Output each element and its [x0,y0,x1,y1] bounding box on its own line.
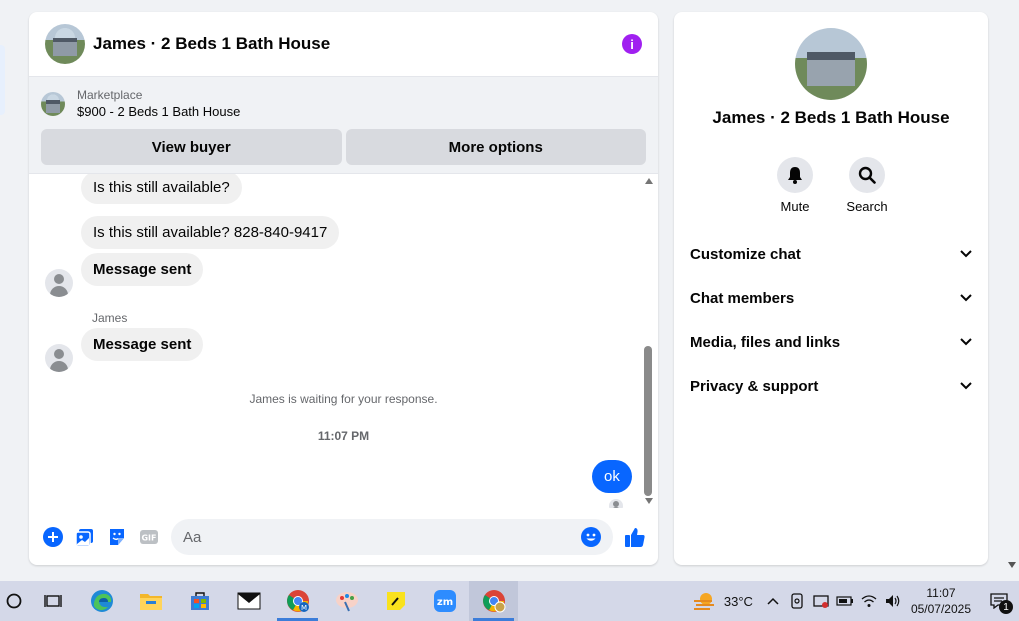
info-sections: Customize chat Chat members Media, files… [674,232,988,408]
system-notice: James is waiting for your response. [249,392,438,406]
conversation-avatar[interactable] [795,28,867,100]
message-scrollbar[interactable] [643,174,655,508]
conversation-info-panel: James · 2 Beds 1 Bath House Mute Search … [674,12,988,565]
chat-header: James · 2 Beds 1 Bath House i [29,12,658,77]
chat-panel: James · 2 Beds 1 Bath House i Marketplac… [29,12,658,565]
chrome-icon[interactable]: M [273,581,322,621]
listing-title[interactable]: $900 - 2 Beds 1 Bath House [77,103,240,121]
taskbar: M zm 33°C 11:07 05/07/2025 1 [0,581,1019,621]
edge-icon[interactable] [77,581,126,621]
search-icon [858,166,876,184]
marketplace-label: Marketplace [77,88,143,102]
message-list: Is this still available? Is this still a… [29,174,658,508]
zoom-icon[interactable]: zm [420,581,469,621]
more-options-button[interactable]: More options [345,129,646,165]
chevron-down-icon [960,250,972,258]
bell-icon [788,167,802,184]
sticky-notes-icon[interactable] [371,581,420,621]
chevron-up-icon[interactable] [761,581,785,621]
section-media-files-links[interactable]: Media, files and links [674,320,988,364]
clock-time: 11:07 [926,586,956,600]
scroll-up-icon[interactable] [645,178,653,184]
message-input[interactable] [183,528,581,546]
my-message-bubble[interactable]: ok [592,460,632,493]
weather-icon[interactable] [690,581,720,621]
file-explorer-icon[interactable] [126,581,175,621]
view-buyer-button[interactable]: View buyer [41,129,342,165]
svg-text:zm: zm [436,597,452,608]
meet-icon[interactable] [809,581,833,621]
search-label: Search [846,199,888,214]
thumbs-up-icon[interactable] [619,521,651,553]
sender-name: James [92,311,128,325]
listing-thumbnail[interactable] [41,92,65,116]
chat-title[interactable]: James · 2 Beds 1 Bath House [93,34,330,54]
message-bubble[interactable]: Is this still available? 828-840-9417 [81,216,340,249]
conversation-name: James · 2 Beds 1 Bath House [712,108,950,127]
volume-icon[interactable] [881,581,905,621]
system-tray: 33°C 11:07 05/07/2025 1 [690,581,1019,621]
conversation-actions: Mute Search [674,157,988,214]
paint-icon[interactable] [322,581,371,621]
section-privacy-support[interactable]: Privacy & support [674,364,988,408]
section-label: Privacy & support [690,377,819,395]
store-icon[interactable] [175,581,224,621]
chat-avatar[interactable] [45,24,85,64]
search-button[interactable]: Search [846,157,888,214]
clock-date: 05/07/2025 [910,602,971,616]
section-customize-chat[interactable]: Customize chat [674,232,988,276]
svg-text:GIF: GIF [141,534,156,543]
notification-center-icon[interactable]: 1 [979,581,1019,621]
scroll-thumb[interactable] [644,346,652,496]
svg-text:M: M [300,604,306,612]
message-composer: GIF [29,517,658,557]
chrome-profile-icon[interactable] [469,581,518,621]
section-chat-members[interactable]: Chat members [674,276,988,320]
chevron-down-icon [960,382,972,390]
wifi-icon[interactable] [857,581,881,621]
start-icon[interactable] [0,581,28,621]
marketplace-banner: Marketplace $900 - 2 Beds 1 Bath House V… [29,77,658,174]
window-scroll-down-icon[interactable] [1008,562,1016,568]
chevron-down-icon [960,294,972,302]
plus-icon[interactable] [37,521,69,553]
system-clock[interactable]: 11:07 05/07/2025 [911,585,971,617]
message-input-box[interactable] [171,519,613,555]
scroll-down-icon[interactable] [645,498,653,504]
section-label: Customize chat [690,245,801,263]
emoji-icon[interactable] [581,527,601,547]
sender-avatar[interactable] [45,344,73,372]
task-view-icon[interactable] [28,581,77,621]
chevron-down-icon [960,338,972,346]
section-label: Chat members [690,289,795,307]
section-label: Media, files and links [690,333,841,351]
message-bubble[interactable]: Is this still available? [81,174,242,204]
message-timestamp: 11:07 PM [317,429,370,443]
sticker-icon[interactable] [101,521,133,553]
notification-count: 1 [999,600,1013,614]
device-icon[interactable] [785,581,809,621]
message-bubble[interactable]: Message sent [81,253,204,286]
mute-button[interactable]: Mute [776,157,814,214]
message-bubble[interactable]: Message sent [81,328,204,361]
photo-icon[interactable] [69,521,101,553]
weather-temperature[interactable]: 33°C [724,594,753,609]
seen-indicator-avatar [609,499,623,508]
mail-icon[interactable] [224,581,273,621]
mute-label: Mute [780,199,810,214]
info-icon[interactable]: i [622,34,642,54]
left-edge-highlight [0,45,5,115]
sender-avatar[interactable] [45,269,73,297]
gif-icon[interactable]: GIF [133,521,165,553]
battery-icon[interactable] [833,581,857,621]
